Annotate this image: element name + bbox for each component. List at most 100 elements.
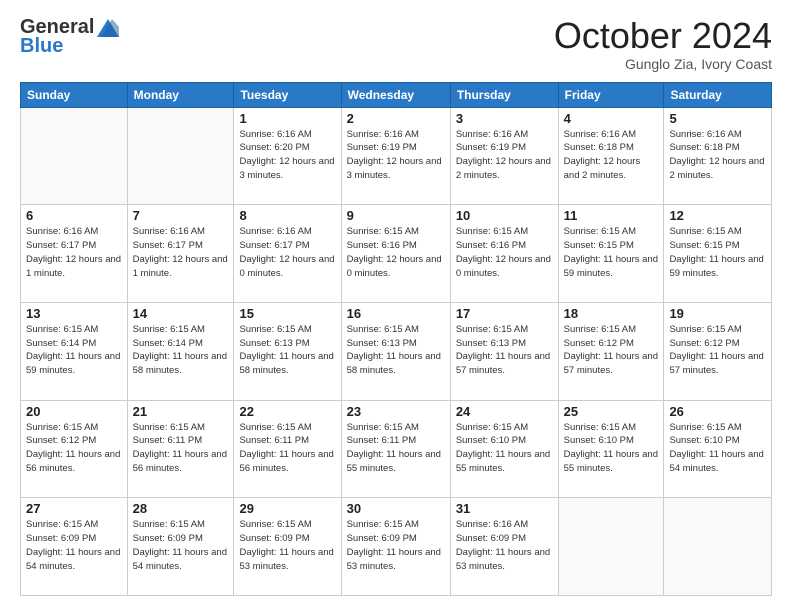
day-info: Sunrise: 6:15 AMSunset: 6:12 PMDaylight:… xyxy=(669,323,766,378)
calendar-table: SundayMondayTuesdayWednesdayThursdayFrid… xyxy=(20,82,772,596)
day-number: 25 xyxy=(564,404,659,419)
day-header-wednesday: Wednesday xyxy=(341,82,450,107)
day-header-saturday: Saturday xyxy=(664,82,772,107)
day-info: Sunrise: 6:15 AMSunset: 6:09 PMDaylight:… xyxy=(347,518,445,573)
calendar-cell: 13 Sunrise: 6:15 AMSunset: 6:14 PMDayligh… xyxy=(21,302,128,400)
month-title: October 2024 xyxy=(554,16,772,56)
day-number: 10 xyxy=(456,208,553,223)
day-number: 11 xyxy=(564,208,659,223)
day-info: Sunrise: 6:16 AMSunset: 6:17 PMDaylight:… xyxy=(133,225,229,280)
day-number: 7 xyxy=(133,208,229,223)
day-info: Sunrise: 6:15 AMSunset: 6:12 PMDaylight:… xyxy=(564,323,659,378)
calendar-week-3: 13 Sunrise: 6:15 AMSunset: 6:14 PMDayligh… xyxy=(21,302,772,400)
day-number: 29 xyxy=(239,501,335,516)
calendar-cell: 14 Sunrise: 6:15 AMSunset: 6:14 PMDayligh… xyxy=(127,302,234,400)
day-info: Sunrise: 6:15 AMSunset: 6:09 PMDaylight:… xyxy=(26,518,122,573)
day-info: Sunrise: 6:16 AMSunset: 6:17 PMDaylight:… xyxy=(26,225,122,280)
calendar-week-5: 27 Sunrise: 6:15 AMSunset: 6:09 PMDayligh… xyxy=(21,498,772,596)
calendar-cell: 12Sunrise: 6:15 AMSunset: 6:15 PMDayligh… xyxy=(664,205,772,303)
day-number: 13 xyxy=(26,306,122,321)
day-info: Sunrise: 6:15 AMSunset: 6:14 PMDaylight:… xyxy=(26,323,122,378)
calendar-cell: 20Sunrise: 6:15 AMSunset: 6:12 PMDayligh… xyxy=(21,400,128,498)
calendar-cell: 17Sunrise: 6:15 AMSunset: 6:13 PMDayligh… xyxy=(450,302,558,400)
title-area: October 2024 Gunglo Zia, Ivory Coast xyxy=(554,16,772,72)
calendar-cell: 27 Sunrise: 6:15 AMSunset: 6:09 PMDayligh… xyxy=(21,498,128,596)
logo-icon xyxy=(97,19,119,37)
day-header-sunday: Sunday xyxy=(21,82,128,107)
day-number: 3 xyxy=(456,111,553,126)
day-info: Sunrise: 6:15 AMSunset: 6:11 PMDaylight:… xyxy=(133,421,229,476)
day-info: Sunrise: 6:15 AMSunset: 6:15 PMDaylight:… xyxy=(564,225,659,280)
logo: General Blue xyxy=(20,16,119,58)
day-info: Sunrise: 6:15 AMSunset: 6:13 PMDaylight:… xyxy=(347,323,445,378)
day-number: 4 xyxy=(564,111,659,126)
day-number: 26 xyxy=(669,404,766,419)
day-info: Sunrise: 6:16 AMSunset: 6:19 PMDaylight:… xyxy=(347,128,445,183)
day-info: Sunrise: 6:16 AMSunset: 6:17 PMDaylight:… xyxy=(239,225,335,280)
calendar-cell: 4Sunrise: 6:16 AMSunset: 6:18 PMDaylight… xyxy=(558,107,664,205)
day-number: 22 xyxy=(239,404,335,419)
logo-blue: Blue xyxy=(20,35,63,58)
day-info: Sunrise: 6:15 AMSunset: 6:13 PMDaylight:… xyxy=(239,323,335,378)
day-number: 31 xyxy=(456,501,553,516)
location: Gunglo Zia, Ivory Coast xyxy=(554,56,772,72)
day-info: Sunrise: 6:15 AMSunset: 6:16 PMDaylight:… xyxy=(456,225,553,280)
day-info: Sunrise: 6:15 AMSunset: 6:10 PMDaylight:… xyxy=(669,421,766,476)
calendar-cell: 1Sunrise: 6:16 AMSunset: 6:20 PMDaylight… xyxy=(234,107,341,205)
calendar-cell: 21 Sunrise: 6:15 AMSunset: 6:11 PMDayligh… xyxy=(127,400,234,498)
day-number: 8 xyxy=(239,208,335,223)
calendar-cell xyxy=(21,107,128,205)
day-number: 12 xyxy=(669,208,766,223)
calendar-cell: 11 Sunrise: 6:15 AMSunset: 6:15 PMDayligh… xyxy=(558,205,664,303)
calendar-cell: 29Sunrise: 6:15 AMSunset: 6:09 PMDayligh… xyxy=(234,498,341,596)
calendar-cell: 19 Sunrise: 6:15 AMSunset: 6:12 PMDayligh… xyxy=(664,302,772,400)
calendar-cell: 10 Sunrise: 6:15 AMSunset: 6:16 PMDayligh… xyxy=(450,205,558,303)
calendar-week-2: 6Sunrise: 6:16 AMSunset: 6:17 PMDaylight… xyxy=(21,205,772,303)
day-number: 19 xyxy=(669,306,766,321)
day-info: Sunrise: 6:15 AMSunset: 6:13 PMDaylight:… xyxy=(456,323,553,378)
calendar-cell: 25 Sunrise: 6:15 AMSunset: 6:10 PMDayligh… xyxy=(558,400,664,498)
day-number: 9 xyxy=(347,208,445,223)
calendar-cell: 28 Sunrise: 6:15 AMSunset: 6:09 PMDayligh… xyxy=(127,498,234,596)
calendar-week-1: 1Sunrise: 6:16 AMSunset: 6:20 PMDaylight… xyxy=(21,107,772,205)
day-number: 15 xyxy=(239,306,335,321)
calendar-cell: 30Sunrise: 6:15 AMSunset: 6:09 PMDayligh… xyxy=(341,498,450,596)
day-info: Sunrise: 6:15 AMSunset: 6:10 PMDaylight:… xyxy=(456,421,553,476)
day-number: 20 xyxy=(26,404,122,419)
page: General Blue October 2024 Gunglo Zia, Iv… xyxy=(0,0,792,612)
day-header-friday: Friday xyxy=(558,82,664,107)
calendar-cell: 3 Sunrise: 6:16 AMSunset: 6:19 PMDaylight… xyxy=(450,107,558,205)
day-info: Sunrise: 6:15 AMSunset: 6:10 PMDaylight:… xyxy=(564,421,659,476)
day-number: 21 xyxy=(133,404,229,419)
day-info: Sunrise: 6:16 AMSunset: 6:09 PMDaylight:… xyxy=(456,518,553,573)
calendar-cell: 8 Sunrise: 6:16 AMSunset: 6:17 PMDaylight… xyxy=(234,205,341,303)
day-info: Sunrise: 6:16 AMSunset: 6:19 PMDaylight:… xyxy=(456,128,553,183)
calendar-cell: 6Sunrise: 6:16 AMSunset: 6:17 PMDaylight… xyxy=(21,205,128,303)
day-header-monday: Monday xyxy=(127,82,234,107)
day-number: 28 xyxy=(133,501,229,516)
day-info: Sunrise: 6:15 AMSunset: 6:11 PMDaylight:… xyxy=(347,421,445,476)
header: General Blue October 2024 Gunglo Zia, Iv… xyxy=(20,16,772,72)
day-number: 16 xyxy=(347,306,445,321)
calendar-week-4: 20Sunrise: 6:15 AMSunset: 6:12 PMDayligh… xyxy=(21,400,772,498)
day-number: 2 xyxy=(347,111,445,126)
day-info: Sunrise: 6:15 AMSunset: 6:14 PMDaylight:… xyxy=(133,323,229,378)
calendar-cell: 9Sunrise: 6:15 AMSunset: 6:16 PMDaylight… xyxy=(341,205,450,303)
day-header-tuesday: Tuesday xyxy=(234,82,341,107)
calendar-cell xyxy=(127,107,234,205)
calendar-cell xyxy=(558,498,664,596)
calendar-cell: 31 Sunrise: 6:16 AMSunset: 6:09 PMDayligh… xyxy=(450,498,558,596)
calendar-cell: 16 Sunrise: 6:15 AMSunset: 6:13 PMDayligh… xyxy=(341,302,450,400)
calendar-cell: 15 Sunrise: 6:15 AMSunset: 6:13 PMDayligh… xyxy=(234,302,341,400)
day-info: Sunrise: 6:15 AMSunset: 6:11 PMDaylight:… xyxy=(239,421,335,476)
day-info: Sunrise: 6:16 AMSunset: 6:18 PMDaylight:… xyxy=(669,128,766,183)
day-info: Sunrise: 6:16 AMSunset: 6:20 PMDaylight:… xyxy=(239,128,335,183)
day-number: 18 xyxy=(564,306,659,321)
calendar-cell: 18 Sunrise: 6:15 AMSunset: 6:12 PMDayligh… xyxy=(558,302,664,400)
calendar-cell: 22 Sunrise: 6:15 AMSunset: 6:11 PMDayligh… xyxy=(234,400,341,498)
calendar-cell: 24Sunrise: 6:15 AMSunset: 6:10 PMDayligh… xyxy=(450,400,558,498)
day-number: 14 xyxy=(133,306,229,321)
day-info: Sunrise: 6:15 AMSunset: 6:09 PMDaylight:… xyxy=(133,518,229,573)
day-number: 27 xyxy=(26,501,122,516)
calendar-cell xyxy=(664,498,772,596)
